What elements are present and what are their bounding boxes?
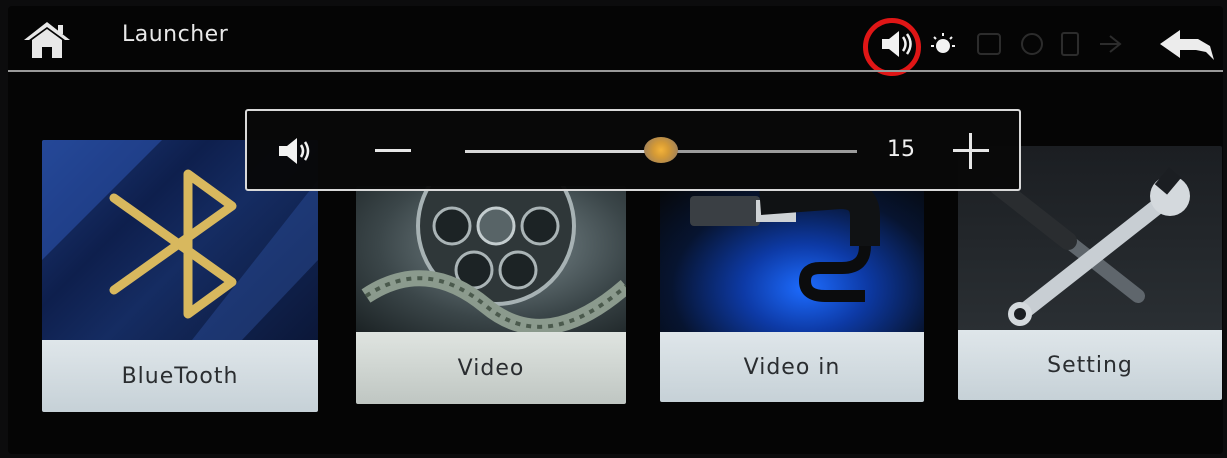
- volume-value: 15: [887, 137, 915, 162]
- video-in-tile-label: Video in: [660, 332, 924, 402]
- bluetooth-tile-label: BlueTooth: [42, 340, 318, 412]
- volume-popup: 15: [245, 109, 1021, 191]
- back-arrow-icon[interactable]: [1158, 26, 1218, 66]
- volume-slider-fill: [465, 150, 661, 153]
- launcher-screen: Launcher BlueTooth Video Video in Settin…: [8, 6, 1223, 454]
- volume-slider[interactable]: [465, 137, 857, 163]
- highlight-ring: [863, 18, 921, 76]
- brightness-icon[interactable]: [928, 32, 958, 58]
- video-tile-art: [356, 186, 626, 335]
- wrench-screwdriver-icon: [989, 167, 1190, 326]
- header-divider: [8, 70, 1223, 72]
- video-in-tile[interactable]: Video in: [660, 186, 924, 402]
- film-reel-icon: [361, 186, 626, 335]
- status-icons-dimmed: [970, 30, 1150, 58]
- setting-tile-label: Setting: [958, 330, 1222, 400]
- volume-up-button[interactable]: [953, 133, 989, 169]
- home-icon[interactable]: [22, 20, 72, 60]
- page-title: Launcher: [122, 22, 229, 47]
- volume-down-button[interactable]: [375, 149, 411, 152]
- plus-icon-bar: [969, 133, 972, 169]
- bluetooth-icon: [109, 169, 237, 319]
- top-bar: Launcher: [8, 6, 1223, 76]
- video-cable-icon: [690, 186, 880, 302]
- video-tile-label: Video: [356, 332, 626, 404]
- volume-slider-thumb[interactable]: [644, 137, 678, 163]
- video-in-tile-art: [660, 186, 924, 332]
- speaker-icon: [277, 136, 317, 166]
- video-tile[interactable]: Video: [356, 186, 626, 404]
